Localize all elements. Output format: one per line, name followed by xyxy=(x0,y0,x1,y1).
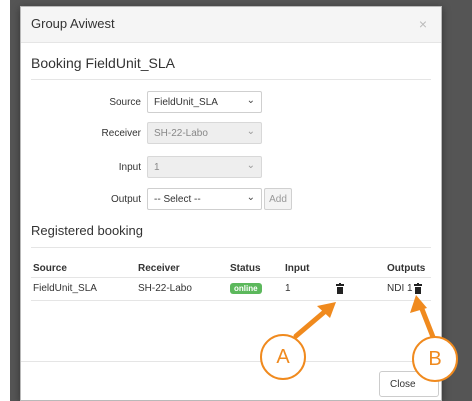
delete-output-trash-icon[interactable] xyxy=(414,283,422,294)
online-status: online xyxy=(230,283,262,294)
source-select[interactable]: FieldUnit_SLA ⌄ xyxy=(147,91,262,113)
booking-heading: Booking FieldUnit_SLA xyxy=(31,55,175,71)
column-header-source: Source xyxy=(33,263,67,274)
output-label: Output xyxy=(110,194,141,205)
source-label: Source xyxy=(109,97,141,108)
receiver-label: Receiver xyxy=(101,128,141,139)
divider xyxy=(31,79,431,80)
table-header-divider xyxy=(31,277,431,278)
input-label: Input xyxy=(118,162,141,173)
modal-footer-divider xyxy=(21,361,441,362)
status-badge: online xyxy=(230,283,262,294)
receiver-select-value: SH-22-Labo xyxy=(154,128,208,139)
close-icon[interactable]: × xyxy=(419,16,427,32)
output-select[interactable]: -- Select -- ⌄ xyxy=(147,188,262,210)
chevron-down-icon: ⌄ xyxy=(246,95,255,106)
annotation-callout-b: B xyxy=(412,336,458,382)
chevron-down-icon: ⌄ xyxy=(246,160,255,171)
annotation-callout-a: A xyxy=(260,334,306,380)
input-select-value: 1 xyxy=(154,162,160,173)
booking-modal: Group Aviwest × Booking FieldUnit_SLA So… xyxy=(20,6,442,401)
row-outputs: NDI 1 xyxy=(387,283,413,294)
column-header-receiver: Receiver xyxy=(138,263,180,274)
add-button[interactable]: Add xyxy=(264,188,292,210)
chevron-down-icon: ⌄ xyxy=(246,126,255,137)
output-select-value: -- Select -- xyxy=(154,194,201,205)
column-header-outputs: Outputs xyxy=(387,263,426,274)
registered-booking-heading: Registered booking xyxy=(31,223,144,238)
source-select-value: FieldUnit_SLA xyxy=(154,97,218,108)
modal-header: Group Aviwest × xyxy=(21,7,441,43)
row-receiver: SH-22-Labo xyxy=(138,283,192,294)
modal-title: Group Aviwest xyxy=(31,16,115,31)
delete-input-trash-icon[interactable] xyxy=(336,283,344,294)
column-header-status: Status xyxy=(230,263,261,274)
row-input: 1 xyxy=(285,283,291,294)
screenshot: Group Aviwest × Booking FieldUnit_SLA So… xyxy=(0,0,472,401)
divider xyxy=(31,247,431,248)
input-select: 1 ⌄ xyxy=(147,156,262,178)
chevron-down-icon: ⌄ xyxy=(246,192,255,203)
table-row-divider xyxy=(31,300,431,301)
column-header-input: Input xyxy=(285,263,310,274)
row-source: FieldUnit_SLA xyxy=(33,283,97,294)
receiver-select: SH-22-Labo ⌄ xyxy=(147,122,262,144)
